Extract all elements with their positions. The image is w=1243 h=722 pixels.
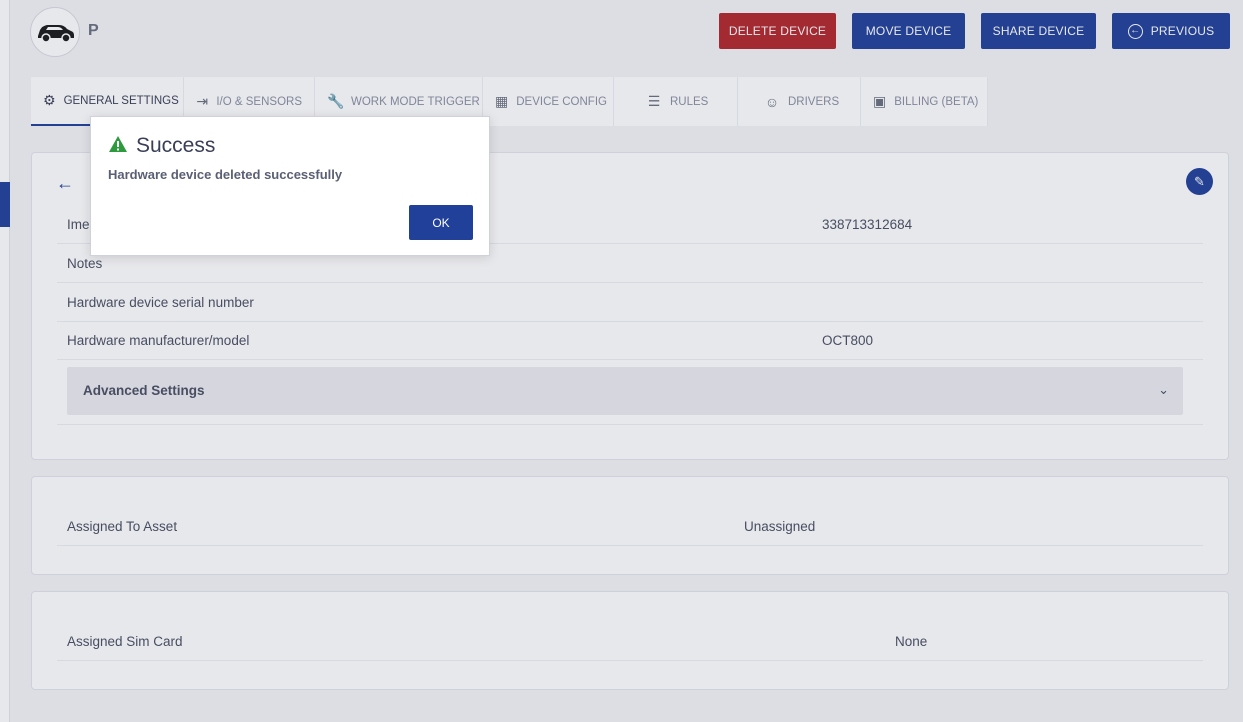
success-dialog: Success Hardware device deleted successf… xyxy=(90,116,490,256)
ok-button[interactable]: OK xyxy=(409,205,473,240)
dialog-title: Success xyxy=(136,134,216,157)
warning-triangle-icon xyxy=(109,136,127,152)
dialog-message: Hardware device deleted successfully xyxy=(108,167,343,182)
modal-backdrop[interactable] xyxy=(0,0,1243,722)
